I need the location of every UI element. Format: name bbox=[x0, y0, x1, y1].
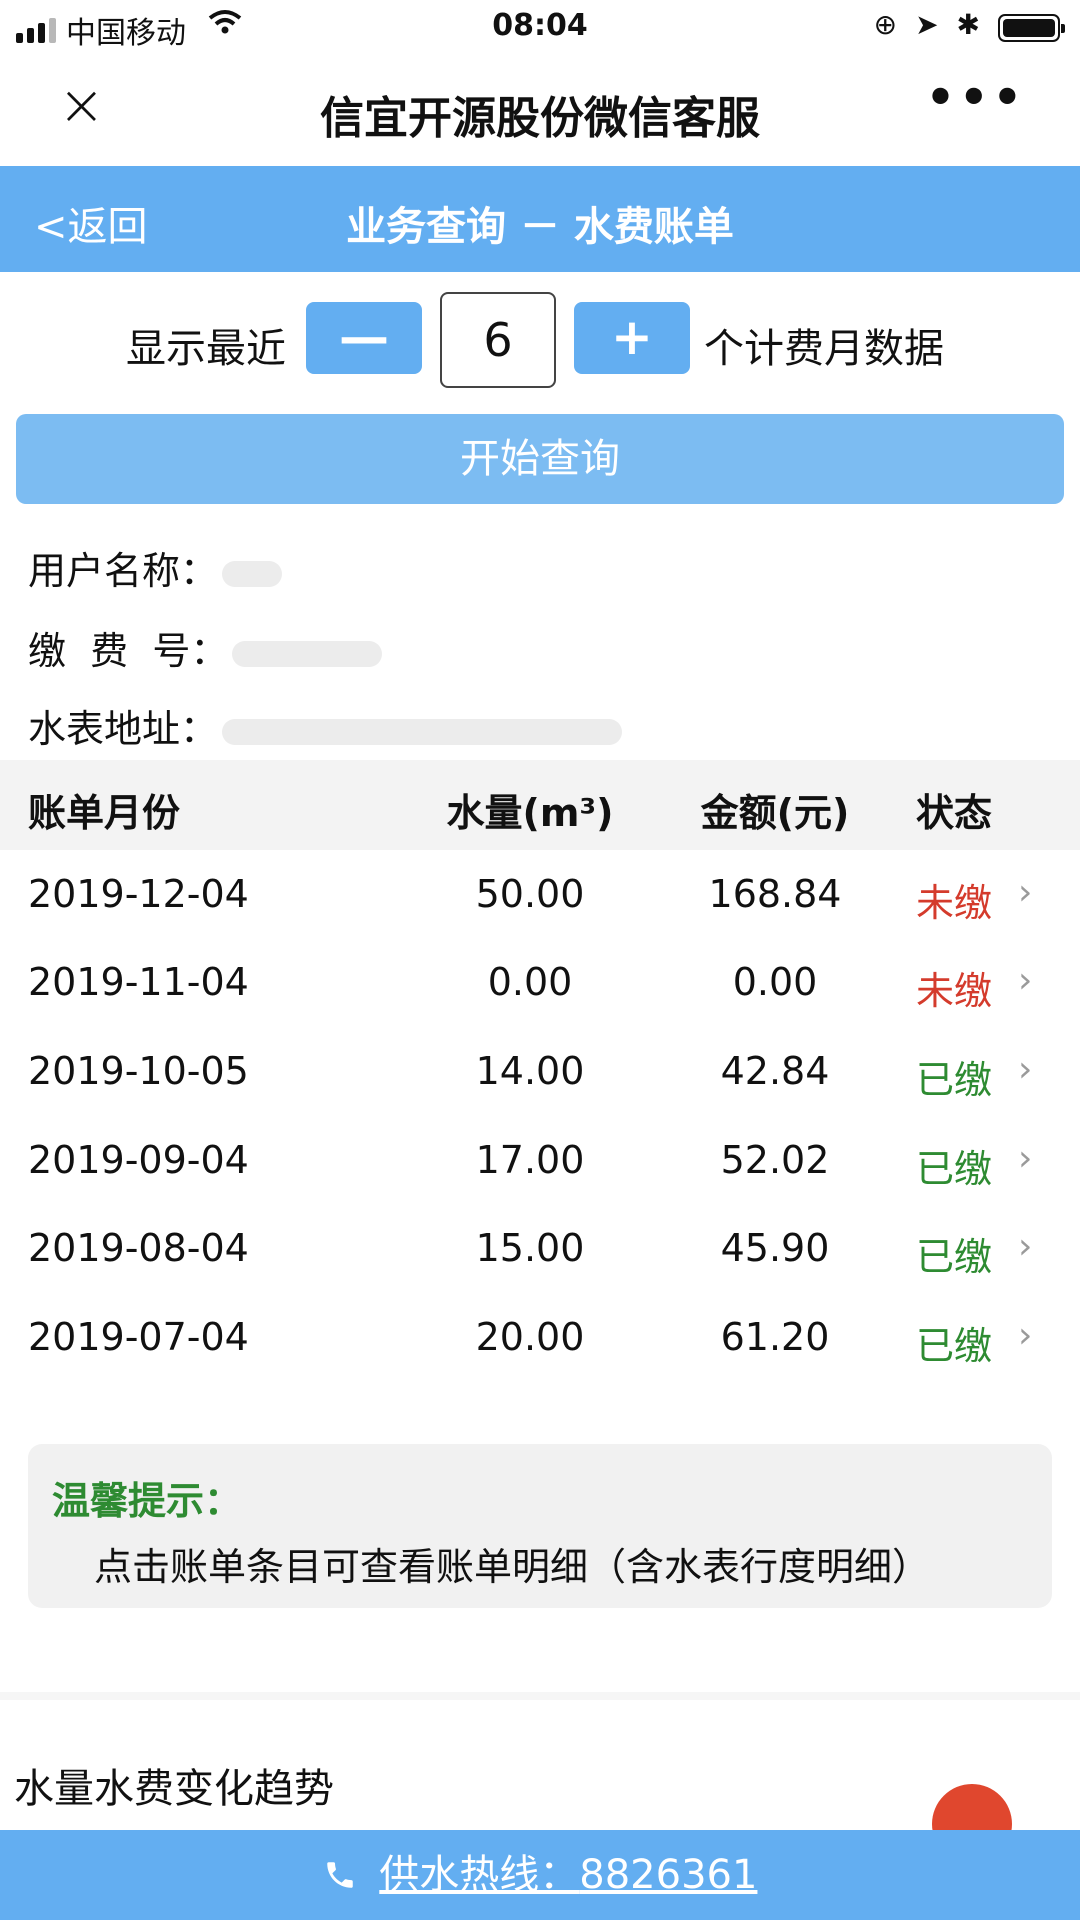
bill-status: 未缴 bbox=[916, 969, 993, 1013]
bill-date: 2019-11-04 bbox=[28, 960, 249, 1004]
bill-status: 未缴 bbox=[916, 881, 993, 925]
tip-box: 温馨提示： 点击账单条目可查看账单明细（含水表行度明细） bbox=[28, 1444, 1052, 1608]
account-number-label: 缴 费 号： bbox=[28, 629, 229, 673]
title-bar: × 信宜开源股份微信客服 ••• bbox=[0, 56, 1080, 166]
header-bill-month: 账单月份 bbox=[28, 791, 181, 835]
table-row[interactable]: 2019-11-04 0.00 0.00 未缴 › bbox=[0, 940, 1080, 1028]
redacted-value bbox=[232, 640, 383, 667]
section-divider bbox=[0, 1692, 1080, 1700]
tip-text: 点击账单条目可查看账单明细（含水表行度明细） bbox=[94, 1545, 931, 1589]
status-bar: 中国移动 08:04 ⊕ ➤ ✱ bbox=[0, 0, 1080, 56]
table-row[interactable]: 2019-09-04 17.00 52.02 已缴 › bbox=[0, 1118, 1080, 1206]
month-stepper: 显示最近 — 6 + 个计费月数据 bbox=[0, 292, 1080, 388]
meter-address-row: 水表地址： bbox=[28, 698, 623, 753]
bill-amount: 168.84 bbox=[708, 872, 842, 916]
user-name-label: 用户名称： bbox=[28, 549, 219, 593]
page-header: <返回 业务查询 － 水费账单 bbox=[0, 166, 1080, 272]
page-title: 业务查询 － 水费账单 bbox=[346, 204, 734, 250]
hotline-label[interactable]: 供水热线： bbox=[379, 1852, 579, 1898]
more-icon[interactable]: ••• bbox=[926, 70, 1026, 124]
chevron-right-icon: › bbox=[1018, 1315, 1033, 1356]
chevron-right-icon: › bbox=[1018, 872, 1033, 913]
decrement-button[interactable]: — bbox=[306, 302, 422, 374]
redacted-value bbox=[222, 560, 283, 587]
header-status: 状态 bbox=[916, 791, 993, 835]
table-row[interactable]: 2019-07-04 20.00 61.20 已缴 › bbox=[0, 1295, 1080, 1383]
bill-volume: 17.00 bbox=[475, 1138, 585, 1182]
increment-button[interactable]: + bbox=[574, 302, 690, 374]
location-icon: ➤ bbox=[915, 8, 939, 41]
tip-title: 温馨提示： bbox=[52, 1479, 243, 1523]
bill-volume: 15.00 bbox=[475, 1226, 585, 1270]
redacted-value bbox=[222, 718, 623, 745]
chevron-right-icon: › bbox=[1018, 1049, 1033, 1090]
account-number-row: 缴 费 号： bbox=[28, 620, 383, 675]
trend-section-title: 水量水费变化趋势 bbox=[14, 1766, 334, 1812]
month-count-input[interactable]: 6 bbox=[440, 292, 556, 388]
bill-status: 已缴 bbox=[916, 1324, 993, 1368]
bill-status: 已缴 bbox=[916, 1058, 993, 1102]
table-row[interactable]: 2019-10-05 14.00 42.84 已缴 › bbox=[0, 1029, 1080, 1117]
stepper-suffix: 个计费月数据 bbox=[704, 326, 944, 372]
stepper-prefix: 显示最近 bbox=[126, 326, 286, 372]
table-row[interactable]: 2019-08-04 15.00 45.90 已缴 › bbox=[0, 1206, 1080, 1294]
bill-status: 已缴 bbox=[916, 1235, 993, 1279]
phone-icon bbox=[323, 1852, 370, 1898]
bill-status: 已缴 bbox=[916, 1147, 993, 1191]
bill-volume: 20.00 bbox=[475, 1315, 585, 1359]
user-name-row: 用户名称： bbox=[28, 540, 283, 595]
rotation-lock-icon: ⊕ bbox=[873, 8, 898, 41]
header-water-volume: 水量(m³) bbox=[446, 791, 614, 835]
bill-volume: 50.00 bbox=[475, 872, 585, 916]
bill-amount: 42.84 bbox=[720, 1049, 830, 1093]
bill-amount: 45.90 bbox=[720, 1226, 830, 1270]
start-query-button[interactable]: 开始查询 bbox=[16, 414, 1064, 504]
window-title: 信宜开源股份微信客服 bbox=[320, 93, 760, 144]
bill-volume: 14.00 bbox=[475, 1049, 585, 1093]
bill-volume: 0.00 bbox=[487, 960, 573, 1004]
hotline-bar[interactable]: 供水热线：8826361 bbox=[0, 1830, 1080, 1920]
bill-amount: 61.20 bbox=[720, 1315, 830, 1359]
battery-icon bbox=[998, 14, 1065, 42]
page: 中国移动 08:04 ⊕ ➤ ✱ × 信宜开源股份微信客服 ••• <返回 业务… bbox=[0, 0, 1080, 1920]
chevron-right-icon: › bbox=[1018, 1226, 1033, 1267]
bill-amount: 52.02 bbox=[720, 1138, 830, 1182]
table-row[interactable]: 2019-12-04 50.00 168.84 未缴 › bbox=[0, 852, 1080, 940]
status-icons: ⊕ ➤ ✱ bbox=[874, 8, 980, 41]
chevron-right-icon: › bbox=[1018, 960, 1033, 1001]
bill-table-header: 账单月份 水量(m³) 金额(元) 状态 bbox=[0, 760, 1080, 850]
bill-date: 2019-08-04 bbox=[28, 1226, 249, 1270]
bill-amount: 0.00 bbox=[732, 960, 818, 1004]
hotline-number-link[interactable]: 8826361 bbox=[579, 1852, 757, 1898]
chevron-right-icon: › bbox=[1018, 1138, 1033, 1179]
bill-date: 2019-09-04 bbox=[28, 1138, 249, 1182]
meter-address-label: 水表地址： bbox=[28, 707, 219, 751]
bill-date: 2019-10-05 bbox=[28, 1049, 249, 1093]
bill-date: 2019-07-04 bbox=[28, 1315, 249, 1359]
bill-date: 2019-12-04 bbox=[28, 872, 249, 916]
bluetooth-icon: ✱ bbox=[956, 8, 980, 41]
header-amount: 金额(元) bbox=[700, 791, 850, 835]
